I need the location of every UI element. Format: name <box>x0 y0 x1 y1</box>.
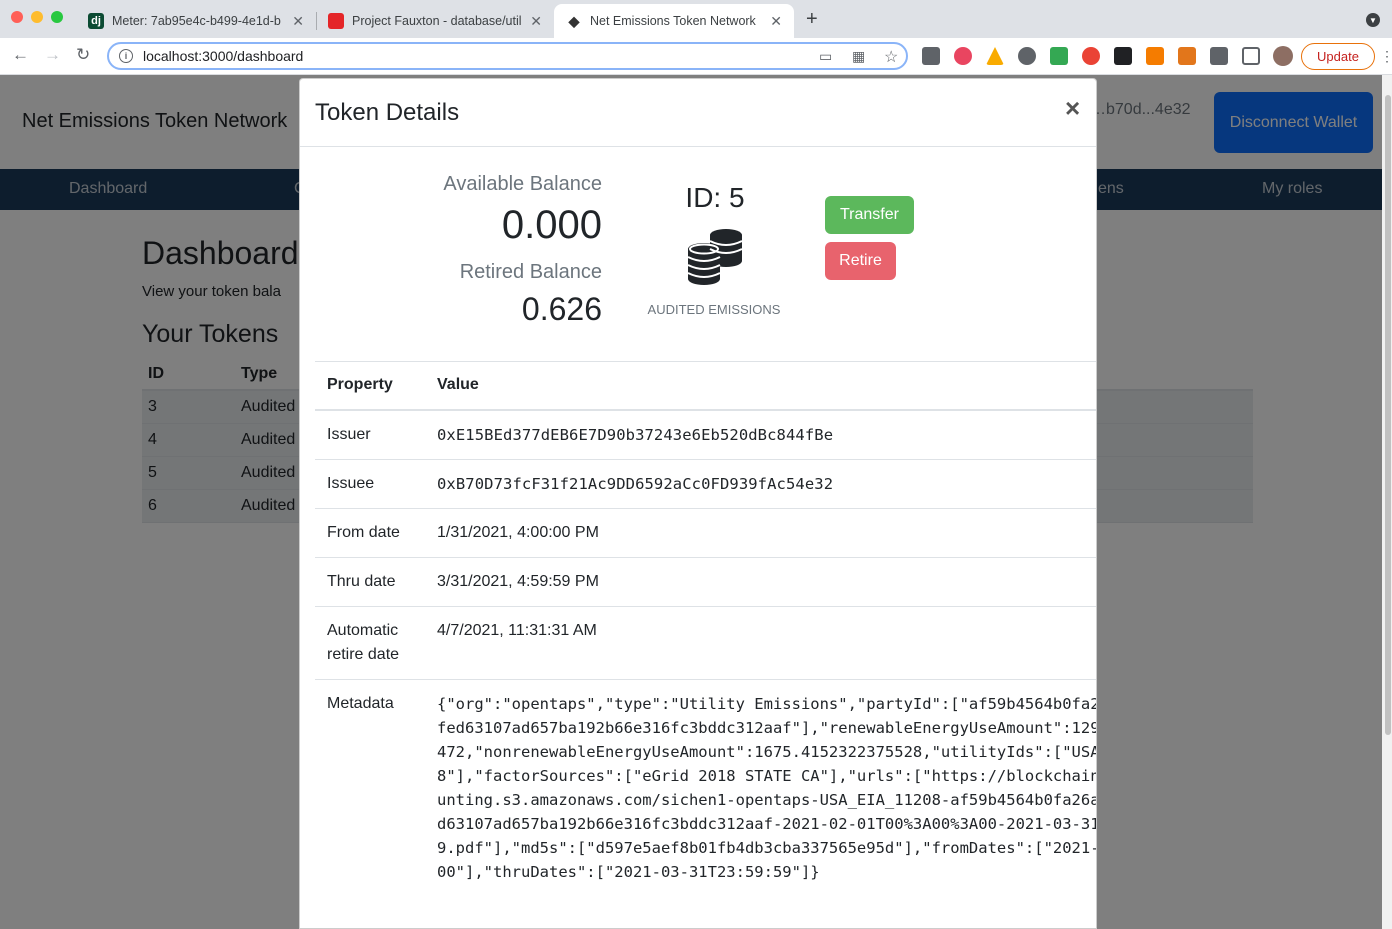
retire-button[interactable]: Retire <box>825 242 896 280</box>
browser-tab-net-emissions[interactable]: ◆ Net Emissions Token Network ✕ <box>554 4 794 38</box>
property-label: Issuee <box>315 458 425 508</box>
password-extension-icon[interactable] <box>1114 47 1132 65</box>
tab-title: Project Fauxton - database/util <box>352 14 522 28</box>
circle-extension-icon[interactable] <box>1018 47 1036 65</box>
available-balance-label: Available Balance <box>443 173 602 195</box>
properties-table: Property Value Issuer 0xE15BEd377dEB6E7D… <box>315 361 1097 896</box>
update-button[interactable]: Update <box>1301 43 1375 70</box>
tab-title: Meter: 7ab95e4c-b499-4e1d-b <box>112 14 281 28</box>
property-label: Automatic retire date <box>315 605 425 679</box>
url-text: localhost:3000/dashboard <box>143 48 304 64</box>
property-label: Metadata <box>315 678 425 896</box>
issuee-address: 0xB70D73fcF31f21Ac9DD6592aCc0FD939fAc54e… <box>425 458 1096 508</box>
bookmark-star-icon[interactable]: ☆ <box>884 47 898 67</box>
blocker-extension-icon[interactable] <box>1082 47 1100 65</box>
browser-tab-bar: dj Meter: 7ab95e4c-b499-4e1d-b ✕ Project… <box>0 0 1392 38</box>
window-close-button[interactable] <box>11 11 23 23</box>
extension-badge-icon[interactable] <box>954 47 972 65</box>
devtools-extension-icon[interactable] <box>922 47 940 65</box>
token-id: ID: 5 <box>685 182 745 213</box>
django-icon: dj <box>88 13 104 29</box>
modal-header: Token Details × <box>300 79 1096 147</box>
property-row-issuee: Issuee 0xB70D73fcF31f21Ac9DD6592aCc0FD93… <box>315 458 1096 508</box>
forward-icon[interactable]: → <box>44 45 61 65</box>
retired-balance-label: Retired Balance <box>459 261 602 283</box>
qr-code-icon[interactable]: ▦ <box>852 48 865 65</box>
new-tab-icon[interactable]: + <box>806 8 818 31</box>
tab-close-icon[interactable]: ✕ <box>770 13 782 30</box>
close-icon[interactable]: × <box>1065 93 1080 124</box>
avatar[interactable] <box>1273 46 1293 66</box>
cast-icon[interactable]: ▭ <box>819 48 832 65</box>
property-label: Issuer <box>315 409 425 459</box>
sheets-extension-icon[interactable] <box>1050 47 1068 65</box>
token-type-label: AUDITED EMISSIONS <box>647 302 781 317</box>
warning-extension-icon[interactable] <box>986 47 1004 65</box>
site-info-icon[interactable]: i <box>119 49 133 63</box>
chart-extension-icon[interactable] <box>1146 47 1164 65</box>
metamask-icon[interactable] <box>1178 47 1196 65</box>
column-value: Value <box>425 361 1096 411</box>
ethereum-icon: ◆ <box>568 12 580 29</box>
metadata-value: {"org":"opentaps","type":"Utility Emissi… <box>437 694 1097 881</box>
token-details-modal: Token Details × Available Balance 0.000 … <box>299 78 1097 929</box>
window-minimize-button[interactable] <box>31 11 43 23</box>
property-row-from-date: From date 1/31/2021, 4:00:00 PM <box>315 507 1096 557</box>
menu-icon[interactable]: ⋮ <box>1380 48 1392 65</box>
tab-close-icon[interactable]: ✕ <box>530 13 542 30</box>
browser-toolbar: ← → ↻ i localhost:3000/dashboard ▭ ▦ ☆ U… <box>0 38 1392 75</box>
issuer-address: 0xE15BEd377dEB6E7D90b37243e6Eb520dBc844f… <box>425 409 1096 459</box>
scrollbar-thumb[interactable] <box>1385 95 1391 735</box>
from-date-value: 1/31/2021, 4:00:00 PM <box>425 507 1096 557</box>
property-row-metadata: Metadata {"org":"opentaps","type":"Utili… <box>315 678 1097 896</box>
modal-title: Token Details <box>315 99 460 126</box>
couchdb-icon <box>328 13 344 29</box>
available-balance-value: 0.000 <box>501 203 602 247</box>
browser-tab-meter[interactable]: dj Meter: 7ab95e4c-b499-4e1d-b ✕ <box>76 4 316 38</box>
property-row-issuer: Issuer 0xE15BEd377dEB6E7D90b37243e6Eb520… <box>315 409 1096 459</box>
property-row-thru-date: Thru date 3/31/2021, 4:59:59 PM <box>315 556 1096 606</box>
retired-balance-value: 0.626 <box>521 291 602 327</box>
address-bar[interactable]: i localhost:3000/dashboard ▭ ▦ ☆ <box>107 42 908 70</box>
tab-search-icon[interactable]: ▼ <box>1366 13 1380 27</box>
auto-retire-value: 4/7/2021, 11:31:31 AM <box>425 605 1096 679</box>
cast-screen-icon[interactable] <box>1242 47 1260 65</box>
property-label: Thru date <box>315 556 425 606</box>
property-label: From date <box>315 507 425 557</box>
transfer-button[interactable]: Transfer <box>825 196 914 234</box>
column-property: Property <box>315 361 425 411</box>
tab-title: Net Emissions Token Network <box>590 14 756 28</box>
puzzle-icon[interactable] <box>1210 47 1228 65</box>
metadata-cell: {"org":"opentaps","type":"Utility Emissi… <box>425 678 1097 896</box>
reload-icon[interactable]: ↻ <box>76 45 90 65</box>
coins-icon <box>687 229 743 285</box>
thru-date-value: 3/31/2021, 4:59:59 PM <box>425 556 1096 606</box>
browser-tab-fauxton[interactable]: Project Fauxton - database/util ✕ <box>316 4 554 38</box>
tab-close-icon[interactable]: ✕ <box>292 13 304 30</box>
property-row-auto-retire: Automatic retire date 4/7/2021, 11:31:31… <box>315 605 1096 679</box>
window-zoom-button[interactable] <box>51 11 63 23</box>
back-icon[interactable]: ← <box>12 45 29 65</box>
